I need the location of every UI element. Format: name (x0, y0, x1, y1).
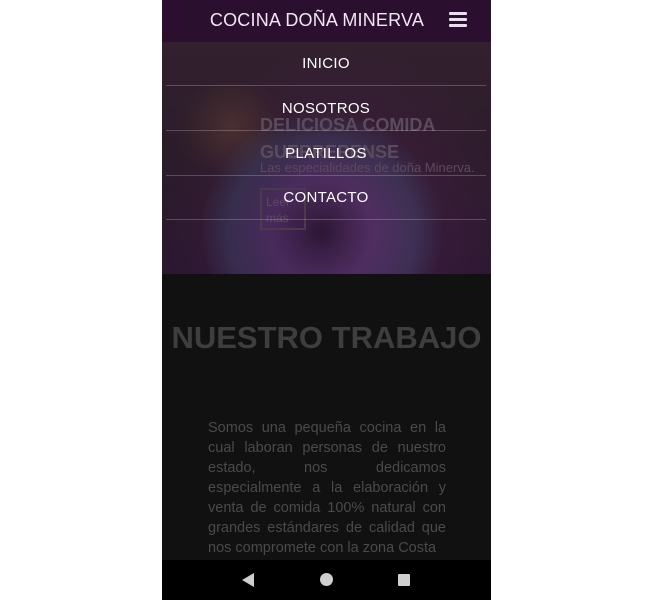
section-title: NUESTRO TRABAJO (171, 320, 482, 355)
system-nav-bar (162, 560, 491, 600)
menu-item-platillos[interactable]: PLATILLOS (166, 132, 486, 176)
nav-menu: INICIO NOSOTROS PLATILLOS CONTACTO (162, 42, 491, 222)
menu-item-nosotros[interactable]: NOSOTROS (166, 87, 486, 131)
menu-item-inicio[interactable]: INICIO (166, 42, 486, 86)
phone-screen: DELICIOSA COMIDA GUERRERENSE Las especia… (162, 0, 491, 600)
back-triangle-icon[interactable] (242, 573, 254, 587)
home-circle-icon[interactable] (320, 573, 333, 586)
hamburger-menu-icon[interactable] (449, 12, 467, 28)
menu-item-contacto[interactable]: CONTACTO (166, 176, 486, 220)
brand-title[interactable]: COCINA DOÑA MINERVA (162, 0, 472, 42)
section-paragraph: Somos una pequeña cocina en la cual labo… (208, 420, 446, 556)
work-section: NUESTRO TRABAJO Somos una pequeña cocina… (162, 274, 491, 560)
recent-apps-square-icon[interactable] (398, 574, 410, 586)
top-header: COCINA DOÑA MINERVA (162, 0, 491, 42)
